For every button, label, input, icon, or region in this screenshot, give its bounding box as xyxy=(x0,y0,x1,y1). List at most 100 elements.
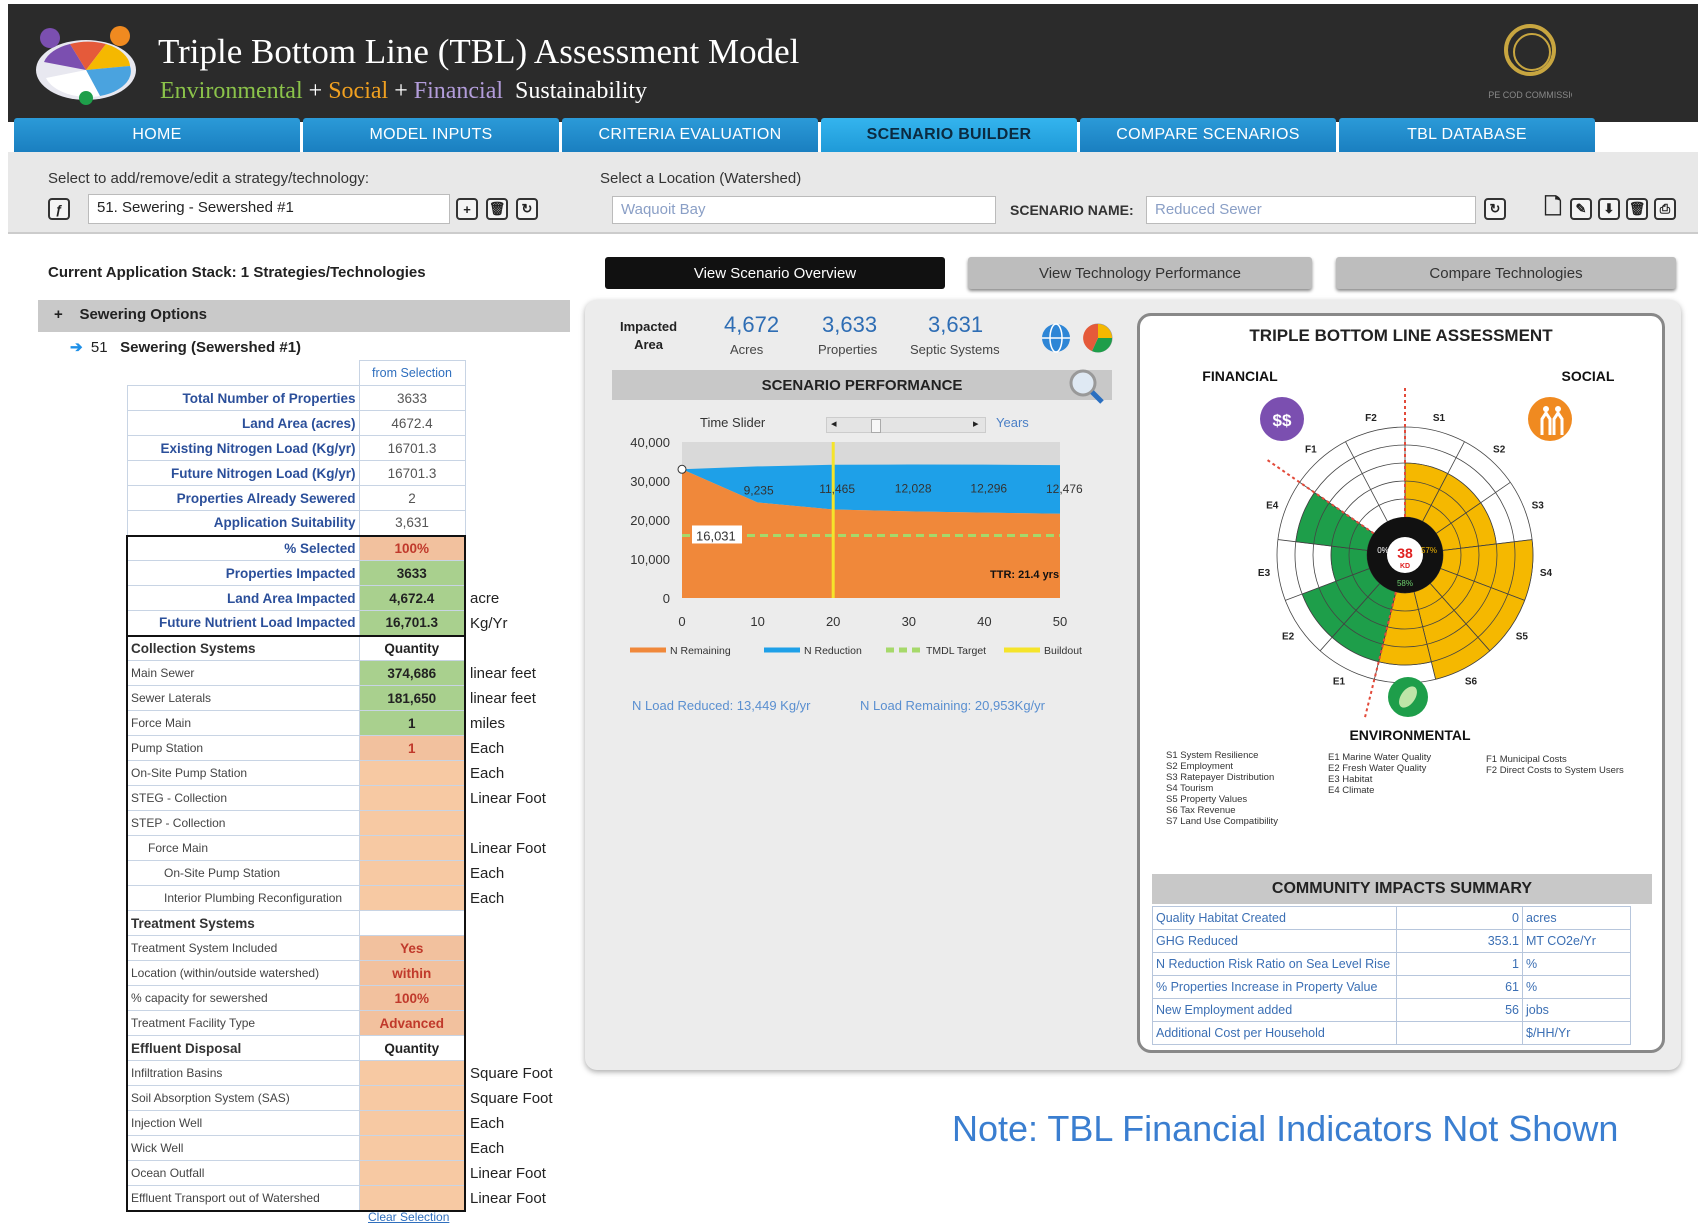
app-title: Triple Bottom Line (TBL) Assessment Mode… xyxy=(158,32,800,71)
effluent-quantity[interactable] xyxy=(358,1185,466,1212)
param-label: Properties Already Sewered xyxy=(126,485,360,511)
tab-compare-scenarios[interactable]: COMPARE SCENARIOS xyxy=(1080,118,1336,152)
effluent-quantity[interactable] xyxy=(358,1160,466,1186)
strategy-name: Sewering (Sewershed #1) xyxy=(120,339,302,356)
collection-quantity[interactable] xyxy=(358,835,466,861)
data-label: 12,476 xyxy=(1046,482,1083,496)
edit-scenario-icon[interactable]: ✎ xyxy=(1570,198,1592,220)
impacted-properties-label: Properties xyxy=(818,342,878,357)
zoom-icon[interactable] xyxy=(1066,366,1106,406)
tbl-chart-icon[interactable] xyxy=(1082,322,1114,354)
social-title: SOCIAL xyxy=(1562,368,1615,384)
data-point xyxy=(677,464,687,474)
tab-scenario-builder[interactable]: SCENARIO BUILDER xyxy=(821,118,1077,152)
group-toggle[interactable]: + xyxy=(54,306,63,323)
collection-quantity[interactable]: 1 xyxy=(358,735,466,761)
tab-criteria-evaluation[interactable]: CRITERIA EVALUATION xyxy=(562,118,818,152)
location-select[interactable]: Waquoit Bay xyxy=(612,196,996,224)
clear-selection-link[interactable]: Clear Selection xyxy=(368,1210,449,1224)
view-scenario-overview-button[interactable]: View Scenario Overview xyxy=(605,257,945,289)
impacted-acres-value: 4,672 xyxy=(724,312,780,337)
scenario-refresh-icon[interactable]: ↻ xyxy=(1484,198,1506,220)
tab-home[interactable]: HOME xyxy=(14,118,300,152)
table-row: % capacity for sewershed 100% xyxy=(126,985,565,1011)
slider-right-arrow-icon[interactable]: ▸ xyxy=(973,417,979,430)
collection-unit: miles xyxy=(470,714,506,732)
org-logo-text: CAPE COD COMMISSION xyxy=(1488,90,1572,100)
treatment-value[interactable]: Advanced xyxy=(358,1010,466,1036)
tab-model-inputs[interactable]: MODEL INPUTS xyxy=(303,118,559,152)
pct-social: 57% xyxy=(1421,546,1437,555)
filter-icon[interactable]: ƒ xyxy=(48,198,70,220)
impact-value: 4,672.4 xyxy=(358,585,466,611)
collection-quantity[interactable] xyxy=(358,810,466,836)
y-tick-label: 30,000 xyxy=(630,474,670,489)
collection-quantity[interactable] xyxy=(358,885,466,911)
strategy-select[interactable]: 51. Sewering - Sewershed #1 xyxy=(88,194,450,224)
add-strategy-icon[interactable]: + xyxy=(456,198,478,220)
collection-rows: Main Sewer 374,686 linear feet Sewer Latera… xyxy=(126,660,565,911)
export-scenario-icon[interactable]: ⎙ xyxy=(1654,198,1676,220)
n-load-remaining: N Load Remaining: 20,953Kg/yr xyxy=(860,698,1046,713)
collection-unit: Each xyxy=(470,864,505,882)
legend-item: S6 Tax Revenue xyxy=(1166,805,1236,816)
table-row: Future Nitrogen Load (Kg/yr) 16701.3 xyxy=(126,460,565,486)
collection-label: Sewer Laterals xyxy=(126,685,360,711)
compare-technologies-button[interactable]: Compare Technologies xyxy=(1336,257,1676,289)
refresh-strategy-icon[interactable]: ↻ xyxy=(516,198,538,220)
legend-item: S3 Ratepayer Distribution xyxy=(1166,772,1275,783)
effluent-quantity[interactable] xyxy=(358,1060,466,1086)
table-row: Treatment Facility Type Advanced xyxy=(126,1010,565,1036)
slider-left-arrow-icon[interactable]: ◂ xyxy=(831,417,837,430)
tbl-radar-chart: S1S2S3S4S5S6S7E1E2E3E4F1F238KD0%57%58%FI… xyxy=(1202,368,1615,743)
collection-unit: Each xyxy=(470,739,505,757)
view-technology-performance-button[interactable]: View Technology Performance xyxy=(968,257,1312,289)
strategy-item[interactable]: ➔ 51 Sewering (Sewershed #1) xyxy=(70,338,301,356)
collection-quantity[interactable]: 181,650 xyxy=(358,685,466,711)
effluent-quantity[interactable] xyxy=(358,1085,466,1111)
legend-social: S1 System Resilience S2 Employment S3 Ra… xyxy=(1166,750,1296,827)
center-value: 38 xyxy=(1397,545,1413,561)
scenario-name-input[interactable]: Reduced Sewer xyxy=(1146,196,1476,224)
table-row: Injection Well Each xyxy=(126,1110,565,1136)
strategy-code: 51 xyxy=(90,339,108,356)
time-slider[interactable]: ◂ ▸ xyxy=(826,417,986,433)
impact-label: GHG Reduced xyxy=(1152,929,1397,953)
collection-label: Pump Station xyxy=(126,735,360,761)
collection-quantity[interactable] xyxy=(358,760,466,786)
table-row: Wick Well Each xyxy=(126,1135,565,1161)
treatment-value[interactable]: Yes xyxy=(358,935,466,961)
save-scenario-icon[interactable]: ⬇ xyxy=(1598,198,1620,220)
delete-scenario-icon[interactable]: 🗑 xyxy=(1626,198,1648,220)
slider-thumb[interactable] xyxy=(871,419,881,433)
globe-icon[interactable] xyxy=(1040,322,1072,354)
spoke-label: S3 xyxy=(1532,501,1545,512)
ttr-label: TTR: 21.4 yrs xyxy=(990,569,1059,581)
table-row: Sewer Laterals 181,650 linear feet xyxy=(126,685,565,711)
treatment-value[interactable]: 100% xyxy=(358,985,466,1011)
x-tick-label: 40 xyxy=(977,614,991,629)
collection-quantity[interactable]: 1 xyxy=(358,710,466,736)
tab-tbl-database[interactable]: TBL DATABASE xyxy=(1339,118,1595,152)
treatment-systems-header: Treatment Systems xyxy=(126,910,360,936)
effluent-quantity[interactable] xyxy=(358,1135,466,1161)
y-tick-label: 0 xyxy=(663,591,670,606)
impact-unit: acres xyxy=(1522,906,1631,930)
new-scenario-icon[interactable]: 🗋 xyxy=(1542,194,1564,220)
tmdl-label: 16,031 xyxy=(696,528,736,543)
collection-unit: Each xyxy=(470,889,505,907)
legend-item: E4 Climate xyxy=(1328,785,1375,796)
percent-selected-input[interactable]: 100% xyxy=(358,534,466,561)
treatment-value[interactable]: within xyxy=(358,960,466,986)
effluent-label: Injection Well xyxy=(126,1110,360,1136)
sewering-options-group[interactable]: + Sewering Options xyxy=(38,300,570,332)
impact-label: Properties Impacted xyxy=(126,560,360,586)
impact-value: 16,701.3 xyxy=(358,610,466,637)
effluent-quantity[interactable] xyxy=(358,1110,466,1136)
collection-quantity[interactable] xyxy=(358,785,466,811)
collection-quantity[interactable] xyxy=(358,860,466,886)
delete-strategy-icon[interactable]: 🗑 xyxy=(486,198,508,220)
collection-quantity[interactable]: 374,686 xyxy=(358,660,466,686)
strategy-prompt: Select to add/remove/edit a strategy/tec… xyxy=(48,170,370,187)
collection-label: Interior Plumbing Reconfiguration xyxy=(126,885,360,911)
